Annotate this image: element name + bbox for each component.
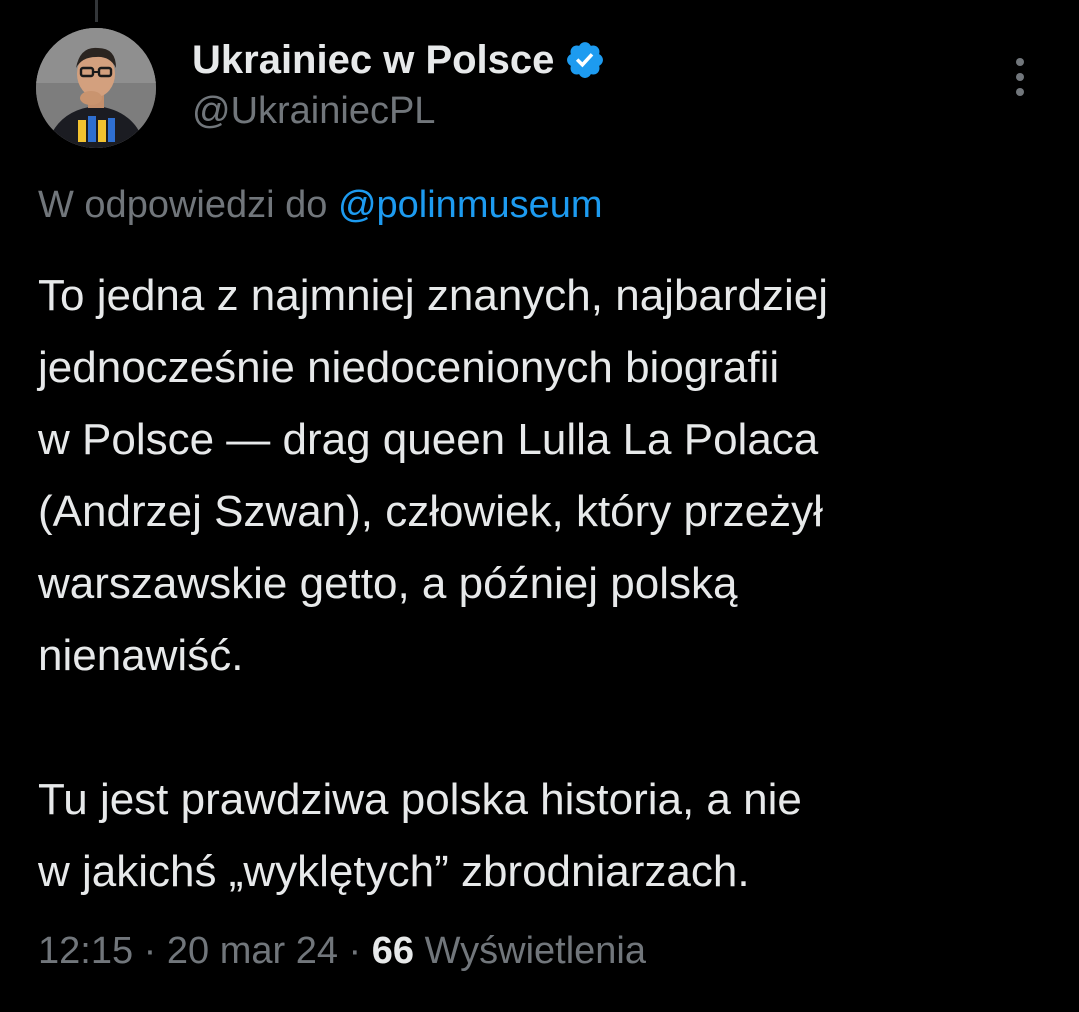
reply-prefix: W odpowiedzi do [38, 184, 328, 226]
views-count: 66 [371, 930, 415, 972]
meta-separator: · [143, 930, 157, 972]
author-handle[interactable]: @UkrainiecPL [192, 90, 606, 133]
tweet-meta: 12:15 · 20 mar 24 · 66 Wyświetlenia [38, 930, 646, 973]
tweet-paragraph: Tu jest prawdziwa polska historia, a nie… [38, 775, 802, 896]
meta-separator: · [348, 930, 362, 972]
more-options-icon[interactable] [1008, 56, 1032, 100]
reply-context: W odpowiedzi do @polinmuseum [38, 184, 603, 227]
author-avatar[interactable] [36, 28, 156, 148]
tweet-text: To jedna z najmniej znanych, najbardziej… [38, 260, 1048, 908]
thread-connector-line [95, 0, 98, 22]
tweet-date[interactable]: 20 mar 24 [167, 930, 338, 972]
verified-badge-icon[interactable] [564, 39, 606, 81]
author-name-row: Ukrainiec w Polsce [192, 36, 606, 84]
author-display-name[interactable]: Ukrainiec w Polsce [192, 38, 554, 83]
tweet-time[interactable]: 12:15 [38, 930, 133, 972]
views-label: Wyświetlenia [424, 930, 646, 972]
profile-photo-avatar-icon [36, 28, 156, 148]
tweet-paragraph: To jedna z najmniej znanych, najbardziej… [38, 271, 829, 680]
author-block: Ukrainiec w Polsce @UkrainiecPL [192, 36, 606, 133]
reply-mention-link[interactable]: @polinmuseum [338, 184, 603, 226]
